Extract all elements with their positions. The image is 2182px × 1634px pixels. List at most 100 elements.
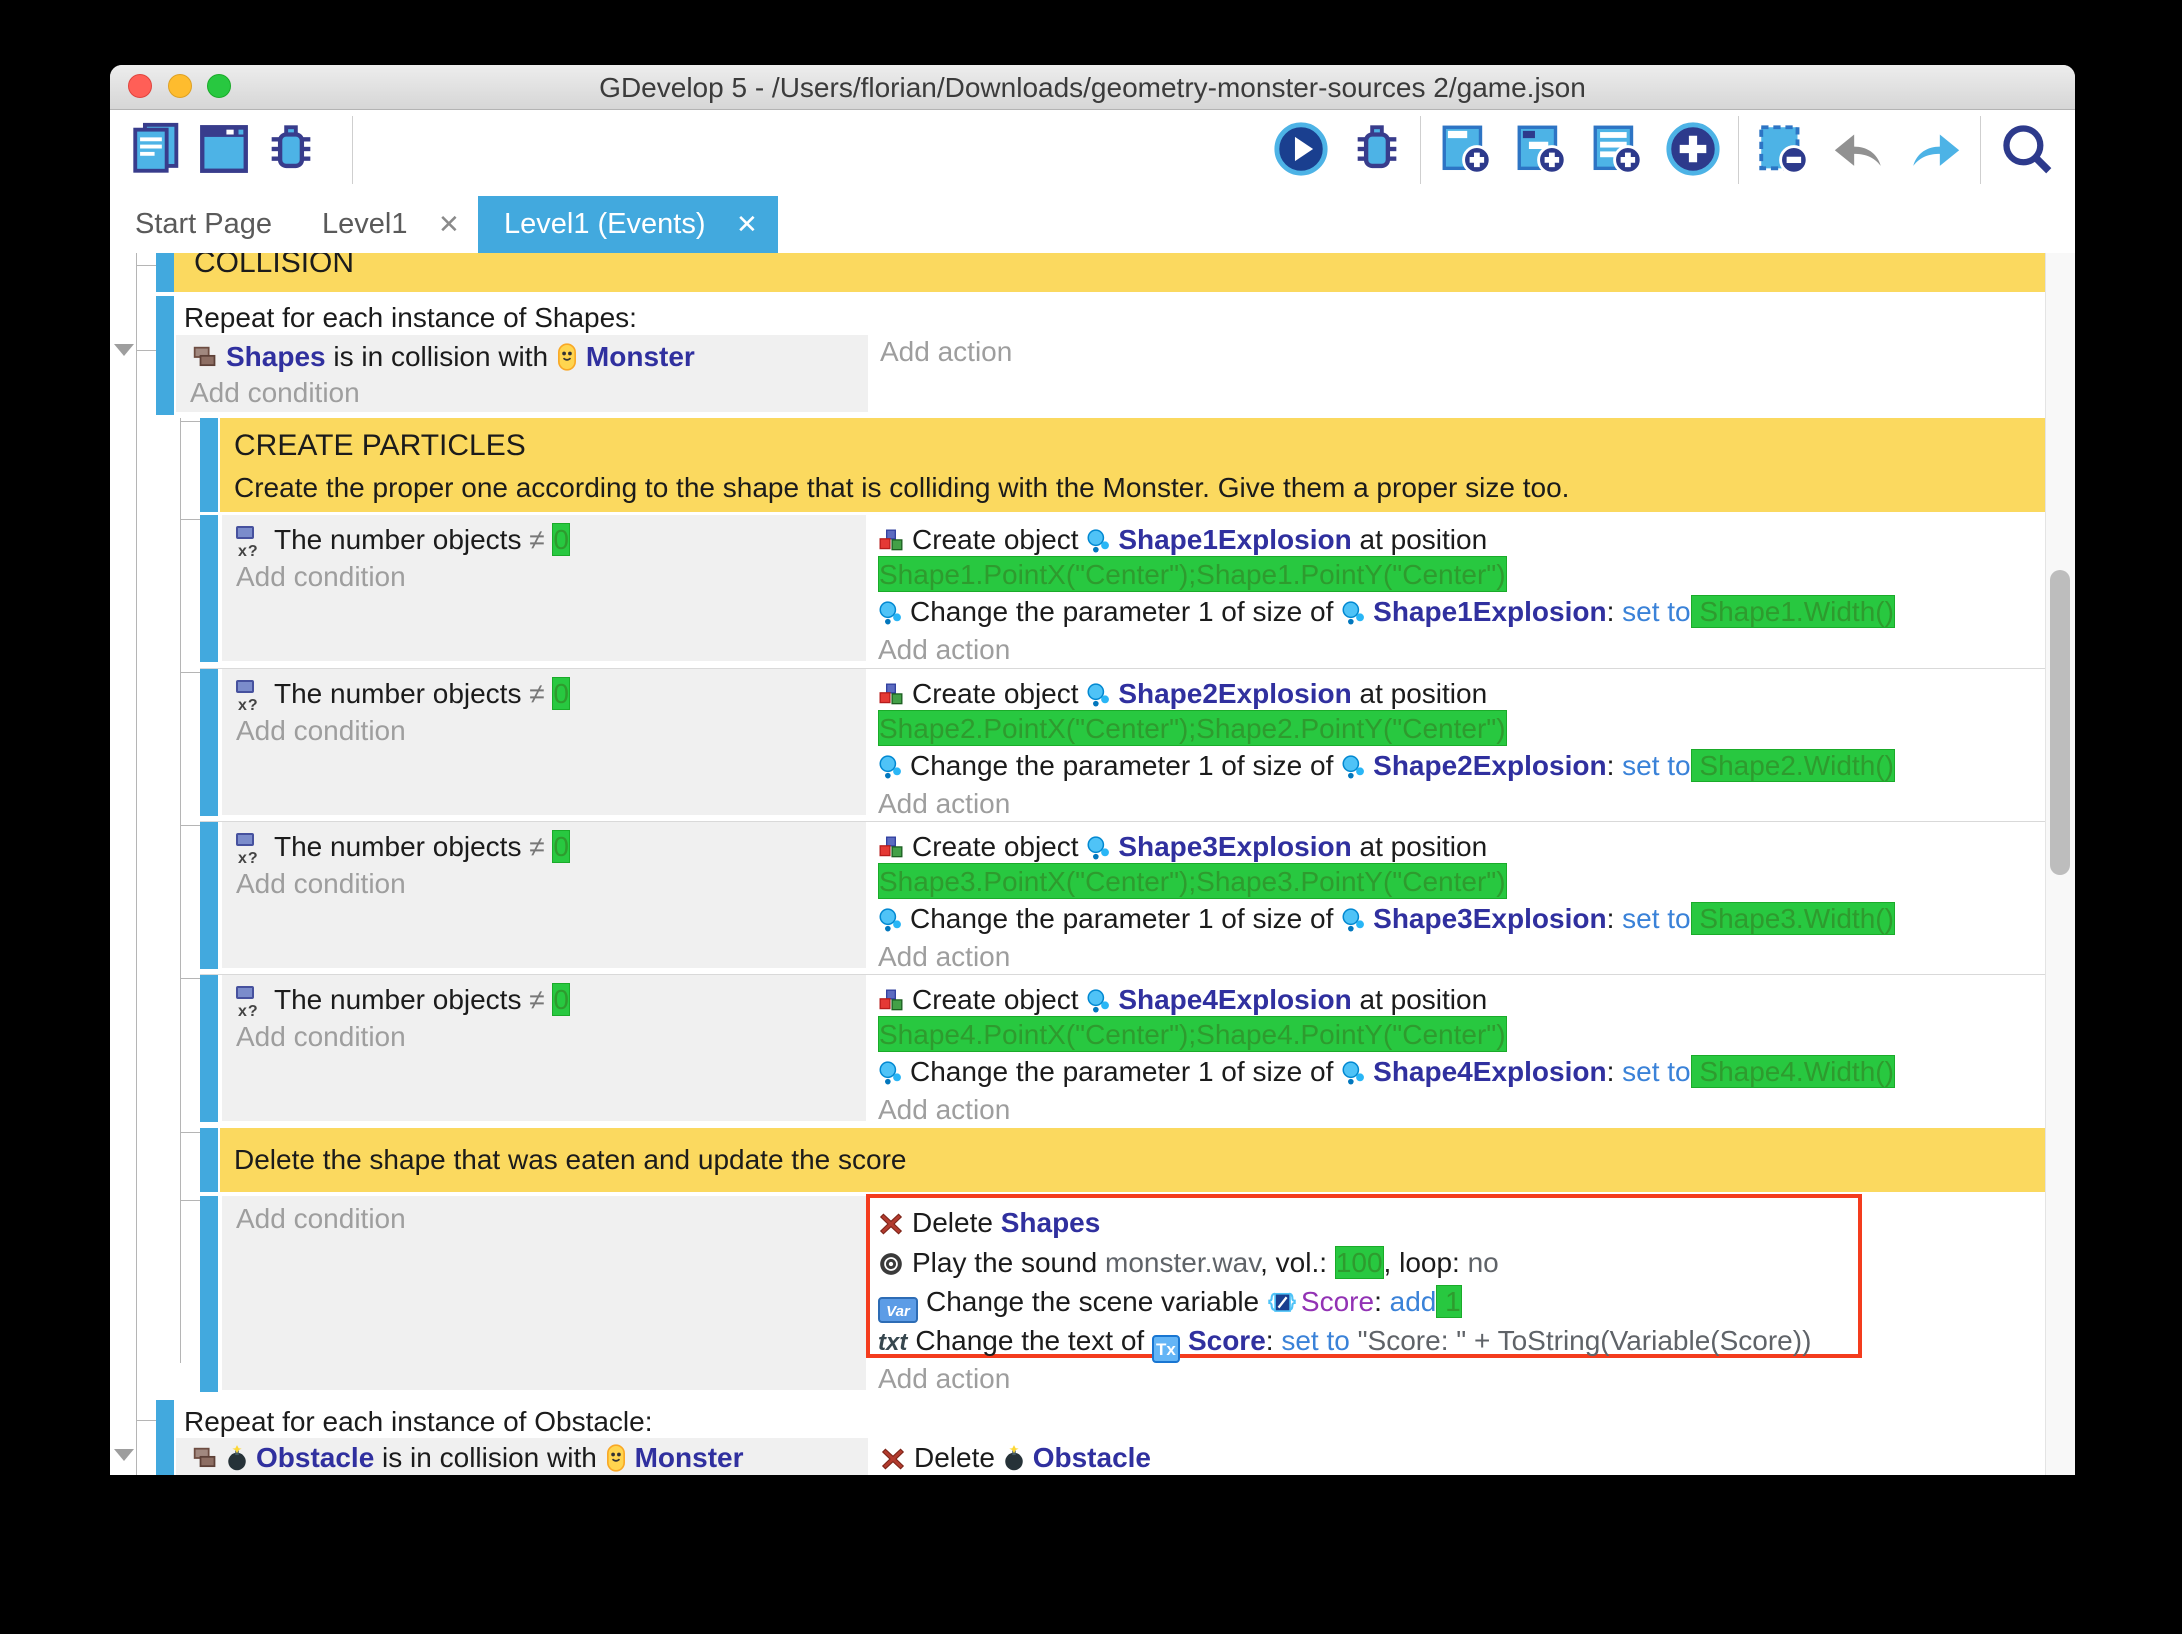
comment-delete-score[interactable]: Delete the shape that was eaten and upda… [220,1128,2045,1192]
add-action-button[interactable]: Add action [878,1361,1010,1397]
toolbar-separator [352,116,353,184]
condition-number-of-objects[interactable]: x?The number objects ≠ 0 [236,982,570,1018]
collapse-arrow-icon[interactable] [114,1449,134,1461]
action-text: Change the text of [915,1325,1152,1356]
search-icon[interactable] [1998,120,2056,178]
tab-level1-events[interactable]: Level1 (Events) ✕ [478,196,778,253]
condition-row[interactable]: Shapes is in collision with Monster [190,338,695,376]
condition-number-of-objects[interactable]: x?The number objects ≠ 0 [236,522,570,558]
event-selection-bar[interactable] [200,418,218,512]
action-text: : [1607,1056,1623,1087]
add-condition-button[interactable]: Add condition [236,713,406,749]
action-text: , loop: [1384,1247,1468,1278]
event-selection-bar[interactable] [156,253,174,292]
condition-number-of-objects[interactable]: x?The number objects ≠ 0 [236,829,570,865]
value: 0 [552,523,570,556]
action-create-object[interactable]: Create object Shape3Explosion at positio… [878,829,1487,865]
action-create-object[interactable]: Create object Shape2Explosion at positio… [878,676,1487,712]
titlebar[interactable]: GDevelop 5 - /Users/florian/Downloads/ge… [110,65,2075,110]
preview-play-icon[interactable] [1272,120,1330,178]
event-selection-bar[interactable] [156,1400,174,1475]
action-change-text[interactable]: txtChange the text of TxScore: set to "S… [878,1323,1811,1359]
comment-create-particles[interactable]: CREATE PARTICLES Create the proper one a… [220,418,2045,512]
add-action-button[interactable]: Add action [880,333,1012,369]
operator: ≠ [521,524,552,555]
action-create-object[interactable]: Create object Shape1Explosion at positio… [878,522,1487,558]
close-icon[interactable]: ✕ [736,196,758,253]
conditions-column[interactable]: Add condition [222,1196,866,1390]
object-name: Score [1188,1325,1266,1356]
redo-icon[interactable] [1906,120,1964,178]
action-text: Create object [912,984,1086,1015]
add-condition-button[interactable]: Add condition [236,1201,406,1237]
action-change-parameter[interactable]: Change the parameter 1 of size of Shape4… [878,1054,1895,1090]
shape-event-row[interactable]: x?The number objects ≠ 0 Add condition C… [200,668,2045,818]
tab-start-page[interactable]: Start Page [135,196,272,253]
collapse-arrow-icon[interactable] [114,344,134,356]
tab-level1-events-label[interactable]: Level1 (Events) [504,196,706,253]
add-action-button[interactable]: Add action [878,1092,1010,1128]
scene-editor-icon[interactable] [195,120,253,178]
add-action-button[interactable]: Add action [878,786,1010,822]
value: 1 [1436,1285,1461,1318]
event-selection-bar[interactable] [156,296,174,415]
event-score-actions[interactable]: Add condition Delete Shapes Play the sou… [200,1196,2045,1395]
conditions-column[interactable]: x?The number objects ≠ 0 Add condition [222,669,866,815]
action-create-object[interactable]: Create object Shape4Explosion at positio… [878,982,1487,1018]
event-selection-bar[interactable] [200,669,218,816]
add-condition-button[interactable]: Add condition [236,1019,406,1055]
undo-icon[interactable] [1830,120,1888,178]
tab-bar: Start Page Level1 ✕ Level1 (Events) ✕ [110,196,2075,253]
event-selection-bar[interactable] [200,822,218,969]
action-text: Create object [912,524,1086,555]
action-play-sound[interactable]: Play the sound monster.wav, vol.: 100, l… [878,1245,1499,1281]
scrollbar-thumb[interactable] [2050,570,2070,875]
vertical-scrollbar[interactable] [2045,253,2075,1475]
add-subevent-icon[interactable] [1512,120,1570,178]
add-event-icon[interactable] [1437,120,1495,178]
debugger-icon[interactable] [262,120,320,178]
toolbar [110,110,2075,196]
add-new-icon[interactable] [1664,120,1722,178]
event-selection-bar[interactable] [200,1128,218,1192]
conditions-column[interactable]: Shapes is in collision with Monster Add … [176,335,868,412]
action-delete-obstacle[interactable]: Delete Obstacle [880,1440,1151,1475]
conditions-column[interactable]: x?The number objects ≠ 0 Add condition [222,515,866,661]
conditions-column[interactable]: x?The number objects ≠ 0 Add condition [222,822,866,968]
conditions-column[interactable]: Obstacle is in collision with Monster [176,1438,868,1475]
action-change-variable[interactable]: VarChange the scene variable Score: add … [878,1284,1462,1320]
add-condition-button[interactable]: Add condition [190,375,360,411]
shape-event-row[interactable]: x?The number objects ≠ 0 Add condition C… [200,821,2045,971]
number-of-objects-icon: x? [236,985,268,1015]
add-action-button[interactable]: Add action [878,939,1010,975]
condition-row[interactable]: Obstacle is in collision with Monster [190,1440,744,1475]
add-condition-button[interactable]: Add condition [236,559,406,595]
condition-text: is in collision with [374,1442,604,1473]
shape-event-row[interactable]: x?The number objects ≠ 0 Add condition C… [200,974,2045,1124]
add-comment-icon[interactable] [1588,120,1646,178]
tree-guide [136,253,137,1475]
action-change-parameter[interactable]: Change the parameter 1 of size of Shape2… [878,748,1895,784]
action-delete-shapes[interactable]: Delete Shapes [878,1205,1100,1241]
comment-collision[interactable]: COLLISION [174,253,2045,292]
particle-emitter-icon [1086,835,1110,861]
tab-level1[interactable]: Level1 [322,196,407,253]
action-text: at position [1352,524,1487,555]
action-change-parameter[interactable]: Change the parameter 1 of size of Shape3… [878,901,1895,937]
event-selection-bar[interactable] [200,975,218,1122]
shape-event-row[interactable]: x?The number objects ≠ 0 Add condition C… [200,515,2045,665]
condition-number-of-objects[interactable]: x?The number objects ≠ 0 [236,676,570,712]
tree-guide [136,265,156,266]
debug-run-icon[interactable] [1348,120,1406,178]
close-icon[interactable]: ✕ [438,196,460,253]
event-selection-bar[interactable] [200,1196,218,1392]
action-change-parameter[interactable]: Change the parameter 1 of size of Shape1… [878,594,1895,630]
create-object-icon [878,528,904,554]
project-manager-icon[interactable] [128,120,186,178]
conditions-column[interactable]: x?The number objects ≠ 0 Add condition [222,975,866,1121]
add-condition-button[interactable]: Add condition [236,866,406,902]
remove-instance-icon[interactable] [1754,120,1812,178]
events-sheet[interactable]: COLLISION Repeat for each instance of Sh… [110,253,2045,1475]
add-action-button[interactable]: Add action [878,632,1010,668]
event-selection-bar[interactable] [200,515,218,662]
